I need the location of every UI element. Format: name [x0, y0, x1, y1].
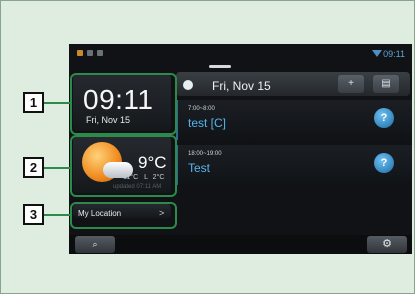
add-event-button[interactable]: + [338, 75, 364, 93]
callout-number-1: 1 [23, 92, 44, 113]
app-icon [87, 50, 93, 56]
sd-card-icon [97, 50, 103, 56]
event-title: Test [188, 161, 211, 175]
search-icon: ⌕ [92, 239, 98, 249]
manual-figure-frame: 09:11 09:11 Fri, Nov 15 9°C 11°C L 2°C u… [0, 0, 415, 294]
bottom-bar: ⌕ ⚙ [69, 235, 412, 254]
settings-button[interactable]: ⚙ [367, 236, 407, 253]
search-button[interactable]: ⌕ [75, 236, 115, 253]
wifi-icon [372, 50, 382, 57]
callout-number-2: 2 [23, 157, 44, 178]
gear-icon: ⚙ [382, 238, 392, 250]
voice-icon[interactable]: ? [374, 108, 394, 128]
notification-icon [77, 50, 83, 56]
calendar-icon: ▤ [381, 78, 391, 89]
status-bar: 09:11 [69, 44, 412, 64]
add-event-icon: + [348, 78, 354, 89]
event-item-2[interactable]: 18:00~19:00 Test ? [176, 145, 412, 185]
refresh-icon[interactable] [183, 80, 193, 90]
voice-icon[interactable]: ? [374, 153, 394, 173]
calendar-date: Fri, Nov 15 [212, 79, 271, 93]
event-time: 18:00~19:00 [188, 151, 222, 157]
callout-clock-outline [70, 73, 177, 135]
page-indicator [209, 65, 231, 68]
callout-location-outline [70, 202, 177, 229]
callout-weather-outline [70, 135, 177, 197]
callout-leader-3 [42, 214, 71, 216]
callout-number-3: 3 [23, 204, 44, 225]
callout-leader-1 [42, 102, 71, 104]
event-item-1[interactable]: 7:00~8:00 test [C] ? [176, 100, 412, 140]
callout-leader-2 [42, 167, 71, 169]
status-time: 09:11 [383, 49, 405, 59]
event-time: 7:00~8:00 [188, 106, 215, 112]
event-title: test [C] [188, 116, 227, 130]
calendar-app-button[interactable]: ▤ [373, 75, 399, 93]
